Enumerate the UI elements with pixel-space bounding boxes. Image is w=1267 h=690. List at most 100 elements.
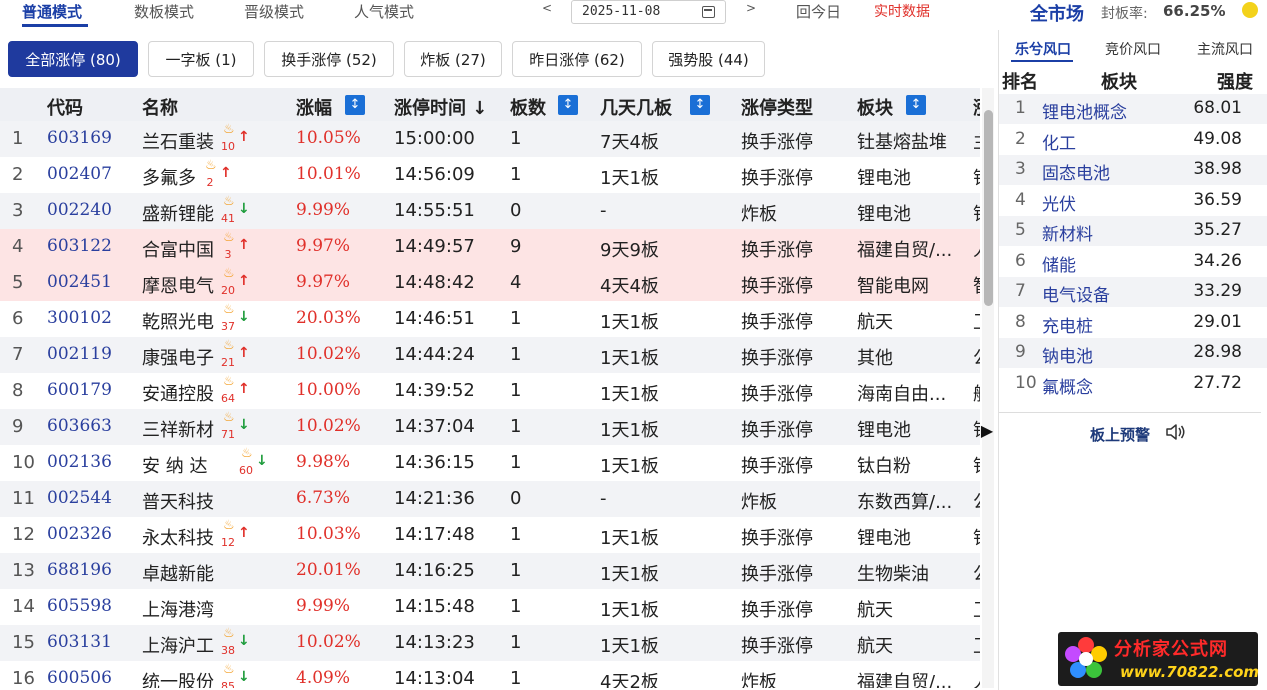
- sort-change-icon[interactable]: ↕: [345, 95, 365, 115]
- rank-row[interactable]: 1 锂电池概念 68.01: [999, 94, 1267, 124]
- stock-code[interactable]: 002240: [47, 200, 112, 220]
- stock-code[interactable]: 603169: [47, 128, 112, 148]
- stock-code[interactable]: 002119: [47, 344, 112, 364]
- table-row[interactable]: 8 600179 安通控股 10.00% 14:39:52 1 1天1板 换手涨停 海南自由..…: [0, 373, 980, 409]
- header-days-boards[interactable]: 几天几板: [600, 94, 672, 120]
- header-limit-time[interactable]: 涨停时间 ↓: [394, 94, 487, 120]
- sector-link[interactable]: 电气设备: [1042, 281, 1110, 306]
- stock-name[interactable]: 摩恩电气: [142, 272, 214, 298]
- table-row[interactable]: 7 002119 康强电子 10.02% 14:44:24 1 1天1板 换手涨停 其他 公 ♨ 21…: [0, 337, 980, 373]
- back-to-today-button[interactable]: 回今日: [796, 1, 841, 22]
- sector-link[interactable]: 新材料: [1042, 220, 1093, 245]
- rank-row[interactable]: 9 钠电池 28.98: [999, 338, 1267, 368]
- prev-day-button[interactable]: <: [542, 1, 552, 15]
- filter-yesterday-limit-up[interactable]: 昨日涨停 (62): [512, 41, 642, 77]
- filter-broken-board[interactable]: 炸板 (27): [404, 41, 502, 77]
- rank-row[interactable]: 6 储能 34.26: [999, 246, 1267, 277]
- rank-row[interactable]: 10 氟概念 27.72: [999, 368, 1267, 399]
- table-row[interactable]: 6 300102 乾照光电 20.03% 14:46:51 1 1天1板 换手涨停 航天 卫 ♨ 37…: [0, 301, 980, 337]
- table-row[interactable]: 4 603122 合富中国 9.97% 14:49:57 9 9天9板 换手涨停 福建自贸/..…: [0, 229, 980, 265]
- table-row[interactable]: 15 603131 上海沪工 10.02% 14:13:23 1 1天1板 换手涨停 航天 卫 ♨ 3…: [0, 625, 980, 661]
- stock-code[interactable]: 002407: [47, 164, 112, 184]
- table-row[interactable]: 16 600506 统一股份 4.09% 14:13:04 1 4天2板 炸板 福建自贸/...…: [0, 661, 980, 688]
- rank-row[interactable]: 2 化工 49.08: [999, 124, 1267, 155]
- stock-code[interactable]: 603131: [47, 632, 112, 652]
- stock-name[interactable]: 上海港湾: [142, 596, 214, 622]
- table-row[interactable]: 2002407多氟多10.01%14:56:0911天1板换手涨停锂电池锂♨2↑: [0, 157, 980, 193]
- tab-normal-mode[interactable]: 普通模式: [22, 1, 82, 22]
- theme-toggle-icon[interactable]: [1242, 2, 1258, 18]
- sector-link[interactable]: 固态电池: [1042, 159, 1110, 184]
- scrollbar-thumb[interactable]: [984, 110, 993, 306]
- stock-code[interactable]: 300102: [47, 308, 112, 328]
- stock-code[interactable]: 688196: [47, 560, 112, 580]
- stock-code[interactable]: 002544: [47, 488, 112, 508]
- header-change[interactable]: 涨幅: [296, 94, 332, 120]
- sort-sector-icon[interactable]: ↕: [906, 95, 926, 115]
- stock-name[interactable]: 卓越新能: [142, 560, 214, 586]
- table-row[interactable]: 14 605598 上海港湾 9.99% 14:15:48 1 1天1板 换手涨停 航天 卫: [0, 589, 980, 625]
- table-row[interactable]: 9603663三祥新材10.02%14:37:0411天1板换手涨停锂电池锂♨7…: [0, 409, 980, 445]
- stock-code[interactable]: 600506: [47, 668, 112, 688]
- expand-panel-icon[interactable]: ▶: [978, 414, 996, 448]
- table-row[interactable]: 12 002326 永太科技 10.03% 14:17:48 1 1天1板 换手涨停 锂电池 锂 ♨…: [0, 517, 980, 553]
- rank-row[interactable]: 8 充电桩 29.01: [999, 307, 1267, 338]
- tab-auction-trend[interactable]: 竞价风口: [1105, 39, 1161, 59]
- sector-link[interactable]: 光伏: [1042, 190, 1076, 215]
- tab-lexi-trend[interactable]: 乐兮风口: [1015, 39, 1071, 59]
- sector-link[interactable]: 化工: [1042, 129, 1076, 154]
- stock-name[interactable]: 康强电子: [142, 344, 214, 370]
- calendar-icon[interactable]: [702, 6, 715, 18]
- stock-name[interactable]: 兰石重装: [142, 128, 214, 154]
- next-day-button[interactable]: >: [746, 1, 756, 15]
- stock-code[interactable]: 603122: [47, 236, 112, 256]
- realtime-data-button[interactable]: 实时数据: [874, 1, 930, 21]
- filter-all-limit-up[interactable]: 全部涨停 (80): [8, 41, 138, 77]
- table-row[interactable]: 13 688196 卓越新能 20.01% 14:16:25 1 1天1板 换手涨停 生物柴油 公: [0, 553, 980, 589]
- tab-promotion-mode[interactable]: 晋级模式: [244, 1, 304, 22]
- stock-name[interactable]: 上海沪工: [142, 632, 214, 658]
- filter-strong-stocks[interactable]: 强势股 (44): [652, 41, 765, 77]
- stock-code[interactable]: 002326: [47, 524, 112, 544]
- header-extra[interactable]: 涨: [973, 94, 980, 120]
- filter-turnover-limit-up[interactable]: 换手涨停 (52): [264, 41, 394, 77]
- rank-row[interactable]: 5 新材料 35.27: [999, 216, 1267, 246]
- tab-board-count-mode[interactable]: 数板模式: [134, 1, 194, 22]
- stock-code[interactable]: 605598: [47, 596, 112, 616]
- rank-row[interactable]: 4 光伏 36.59: [999, 185, 1267, 216]
- stock-name[interactable]: 永太科技: [142, 524, 214, 550]
- rank-row[interactable]: 7 电气设备 33.29: [999, 277, 1267, 307]
- table-row[interactable]: 5 002451 摩恩电气 9.97% 14:48:42 4 4天4板 换手涨停 智能电网 智 ♨ 2…: [0, 265, 980, 301]
- stock-name[interactable]: 安 纳 达: [142, 452, 207, 478]
- sort-days-boards-icon[interactable]: ↕: [690, 95, 710, 115]
- stock-name[interactable]: 安通控股: [142, 380, 214, 406]
- speaker-icon[interactable]: [1165, 423, 1187, 441]
- header-name[interactable]: 名称: [142, 94, 178, 120]
- header-limit-type[interactable]: 涨停类型: [741, 94, 813, 120]
- table-row[interactable]: 3 002240 盛新锂能 9.99% 14:55:51 0 - 炸板 锂电池 锂 ♨ 41↓: [0, 193, 980, 229]
- stock-name[interactable]: 三祥新材: [142, 416, 214, 442]
- header-code[interactable]: 代码: [47, 94, 83, 120]
- stock-name[interactable]: 乾照光电: [142, 308, 214, 334]
- stock-code[interactable]: 603663: [47, 416, 112, 436]
- sector-link[interactable]: 储能: [1042, 251, 1076, 276]
- stock-name[interactable]: 盛新锂能: [142, 200, 214, 226]
- stock-name[interactable]: 统一股份: [142, 668, 214, 688]
- board-alert-button[interactable]: 板上预警: [1090, 424, 1150, 445]
- table-row[interactable]: 10 002136 安 纳 达 9.98% 14:36:15 1 1天1板 换手涨停 钛白粉 锂 ♨…: [0, 445, 980, 481]
- rank-row[interactable]: 3 固态电池 38.98: [999, 155, 1267, 185]
- table-row[interactable]: 1 603169 兰石重装 10.05% 15:00:00 1 7天4板 换手涨停 钍基熔盐堆 主…: [0, 121, 980, 157]
- stock-name[interactable]: 多氟多: [142, 164, 196, 190]
- header-sector[interactable]: 板块: [857, 94, 893, 120]
- sector-link[interactable]: 锂电池概念: [1042, 98, 1127, 123]
- table-scrollbar[interactable]: [982, 88, 994, 688]
- stock-name[interactable]: 普天科技: [142, 488, 214, 514]
- sector-link[interactable]: 氟概念: [1042, 373, 1093, 398]
- filter-one-price-board[interactable]: 一字板 (1): [148, 41, 254, 77]
- sort-board-count-icon[interactable]: ↕: [558, 95, 578, 115]
- sector-link[interactable]: 充电桩: [1042, 312, 1093, 337]
- sector-link[interactable]: 钠电池: [1042, 342, 1093, 367]
- date-picker[interactable]: 2025-11-08: [571, 0, 726, 24]
- tab-popularity-mode[interactable]: 人气模式: [354, 1, 414, 22]
- stock-code[interactable]: 002136: [47, 452, 112, 472]
